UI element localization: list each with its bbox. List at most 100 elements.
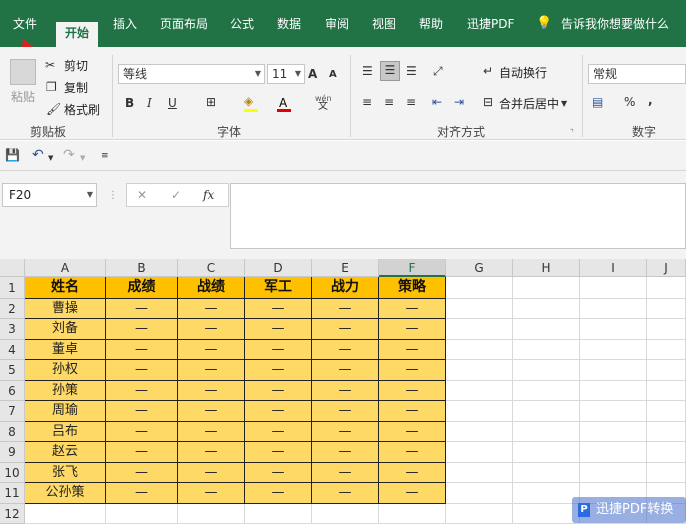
- value-cell[interactable]: —: [178, 422, 245, 442]
- tab-file[interactable]: 文件: [13, 14, 37, 34]
- tab-insert[interactable]: 插入: [113, 14, 137, 34]
- value-cell[interactable]: —: [312, 360, 379, 381]
- value-cell[interactable]: —: [312, 463, 379, 483]
- cell[interactable]: [446, 422, 513, 442]
- cell[interactable]: [25, 504, 106, 524]
- bottom-align-icon[interactable]: ☰: [406, 63, 417, 79]
- cell[interactable]: [513, 401, 580, 422]
- borders-icon[interactable]: ⊞: [206, 94, 216, 110]
- cell[interactable]: [106, 504, 178, 524]
- tab-xunjie-pdf[interactable]: 迅捷PDF: [467, 14, 514, 34]
- name-cell[interactable]: 曹操: [25, 299, 106, 319]
- cell[interactable]: [580, 299, 647, 319]
- header-cell[interactable]: 战绩: [178, 277, 245, 299]
- row-header-4[interactable]: 4: [0, 340, 25, 360]
- value-cell[interactable]: —: [312, 442, 379, 463]
- cell[interactable]: [647, 340, 686, 360]
- cell[interactable]: [647, 319, 686, 340]
- cell[interactable]: [647, 463, 686, 483]
- cell[interactable]: [178, 504, 245, 524]
- column-header-J[interactable]: J: [647, 259, 686, 277]
- value-cell[interactable]: —: [245, 401, 312, 422]
- row-header-12[interactable]: 12: [0, 504, 25, 524]
- undo-icon[interactable]: ↶: [32, 147, 44, 163]
- enter-icon[interactable]: ✓: [171, 187, 181, 203]
- value-cell[interactable]: —: [245, 360, 312, 381]
- cell[interactable]: [580, 340, 647, 360]
- bold-button[interactable]: B: [125, 95, 134, 111]
- chevron-down-icon[interactable]: ▼: [561, 96, 567, 112]
- cell[interactable]: [513, 483, 580, 504]
- value-cell[interactable]: —: [106, 442, 178, 463]
- formula-input[interactable]: [230, 183, 686, 249]
- insert-function-button[interactable]: fx: [203, 187, 214, 203]
- value-cell[interactable]: —: [178, 483, 245, 504]
- value-cell[interactable]: —: [178, 360, 245, 381]
- cell[interactable]: [513, 340, 580, 360]
- value-cell[interactable]: —: [178, 340, 245, 360]
- header-cell[interactable]: 策略: [379, 277, 446, 299]
- name-cell[interactable]: 张飞: [25, 463, 106, 483]
- value-cell[interactable]: —: [178, 463, 245, 483]
- column-header-D[interactable]: D: [245, 259, 312, 277]
- cancel-icon[interactable]: ✕: [137, 187, 147, 203]
- value-cell[interactable]: —: [245, 483, 312, 504]
- value-cell[interactable]: —: [312, 483, 379, 504]
- value-cell[interactable]: —: [312, 422, 379, 442]
- tab-review[interactable]: 审阅: [325, 14, 349, 34]
- cell[interactable]: [647, 299, 686, 319]
- tab-help[interactable]: 帮助: [419, 14, 443, 34]
- save-icon[interactable]: 💾: [5, 147, 20, 163]
- percent-button[interactable]: %: [624, 94, 635, 110]
- cell[interactable]: [513, 442, 580, 463]
- value-cell[interactable]: —: [379, 483, 446, 504]
- merge-center-button[interactable]: 合并后居中: [499, 96, 559, 112]
- cell[interactable]: [580, 277, 647, 299]
- name-cell[interactable]: 孙策: [25, 381, 106, 401]
- align-right-icon[interactable]: ≡: [406, 94, 416, 110]
- cell[interactable]: [513, 381, 580, 401]
- name-cell[interactable]: 周瑜: [25, 401, 106, 422]
- wrap-text-button[interactable]: 自动换行: [499, 65, 547, 81]
- cell[interactable]: [513, 360, 580, 381]
- cell[interactable]: [580, 401, 647, 422]
- value-cell[interactable]: —: [178, 381, 245, 401]
- value-cell[interactable]: —: [379, 442, 446, 463]
- value-cell[interactable]: —: [379, 360, 446, 381]
- column-header-B[interactable]: B: [106, 259, 178, 277]
- cell[interactable]: [580, 360, 647, 381]
- value-cell[interactable]: —: [379, 299, 446, 319]
- tab-formulas[interactable]: 公式: [230, 14, 254, 34]
- cell[interactable]: [513, 319, 580, 340]
- cell[interactable]: [513, 277, 580, 299]
- cell[interactable]: [647, 401, 686, 422]
- cell[interactable]: [580, 463, 647, 483]
- value-cell[interactable]: —: [245, 422, 312, 442]
- value-cell[interactable]: —: [312, 299, 379, 319]
- underline-button[interactable]: U: [168, 95, 177, 111]
- cell[interactable]: [580, 422, 647, 442]
- cell[interactable]: [245, 504, 312, 524]
- align-center-icon[interactable]: ≡: [384, 94, 394, 110]
- value-cell[interactable]: —: [245, 463, 312, 483]
- value-cell[interactable]: —: [312, 381, 379, 401]
- cell[interactable]: [513, 422, 580, 442]
- header-cell[interactable]: 战力: [312, 277, 379, 299]
- italic-button[interactable]: I: [147, 95, 152, 111]
- tab-view[interactable]: 视图: [372, 14, 396, 34]
- row-header-1[interactable]: 1: [0, 277, 25, 299]
- name-cell[interactable]: 刘备: [25, 319, 106, 340]
- row-header-5[interactable]: 5: [0, 360, 25, 381]
- number-format-select[interactable]: 常规: [588, 64, 686, 84]
- value-cell[interactable]: —: [106, 319, 178, 340]
- cell[interactable]: [446, 442, 513, 463]
- grow-font-icon[interactable]: A: [308, 66, 317, 82]
- cell[interactable]: [446, 401, 513, 422]
- align-left-icon[interactable]: ≡: [362, 94, 372, 110]
- drag-handle-icon[interactable]: ⋮: [108, 190, 118, 201]
- cell[interactable]: [379, 504, 446, 524]
- font-name-select[interactable]: 等线 ▼: [118, 64, 265, 84]
- chevron-down-icon[interactable]: ▼: [48, 150, 53, 166]
- row-header-9[interactable]: 9: [0, 442, 25, 463]
- name-cell[interactable]: 公孙策: [25, 483, 106, 504]
